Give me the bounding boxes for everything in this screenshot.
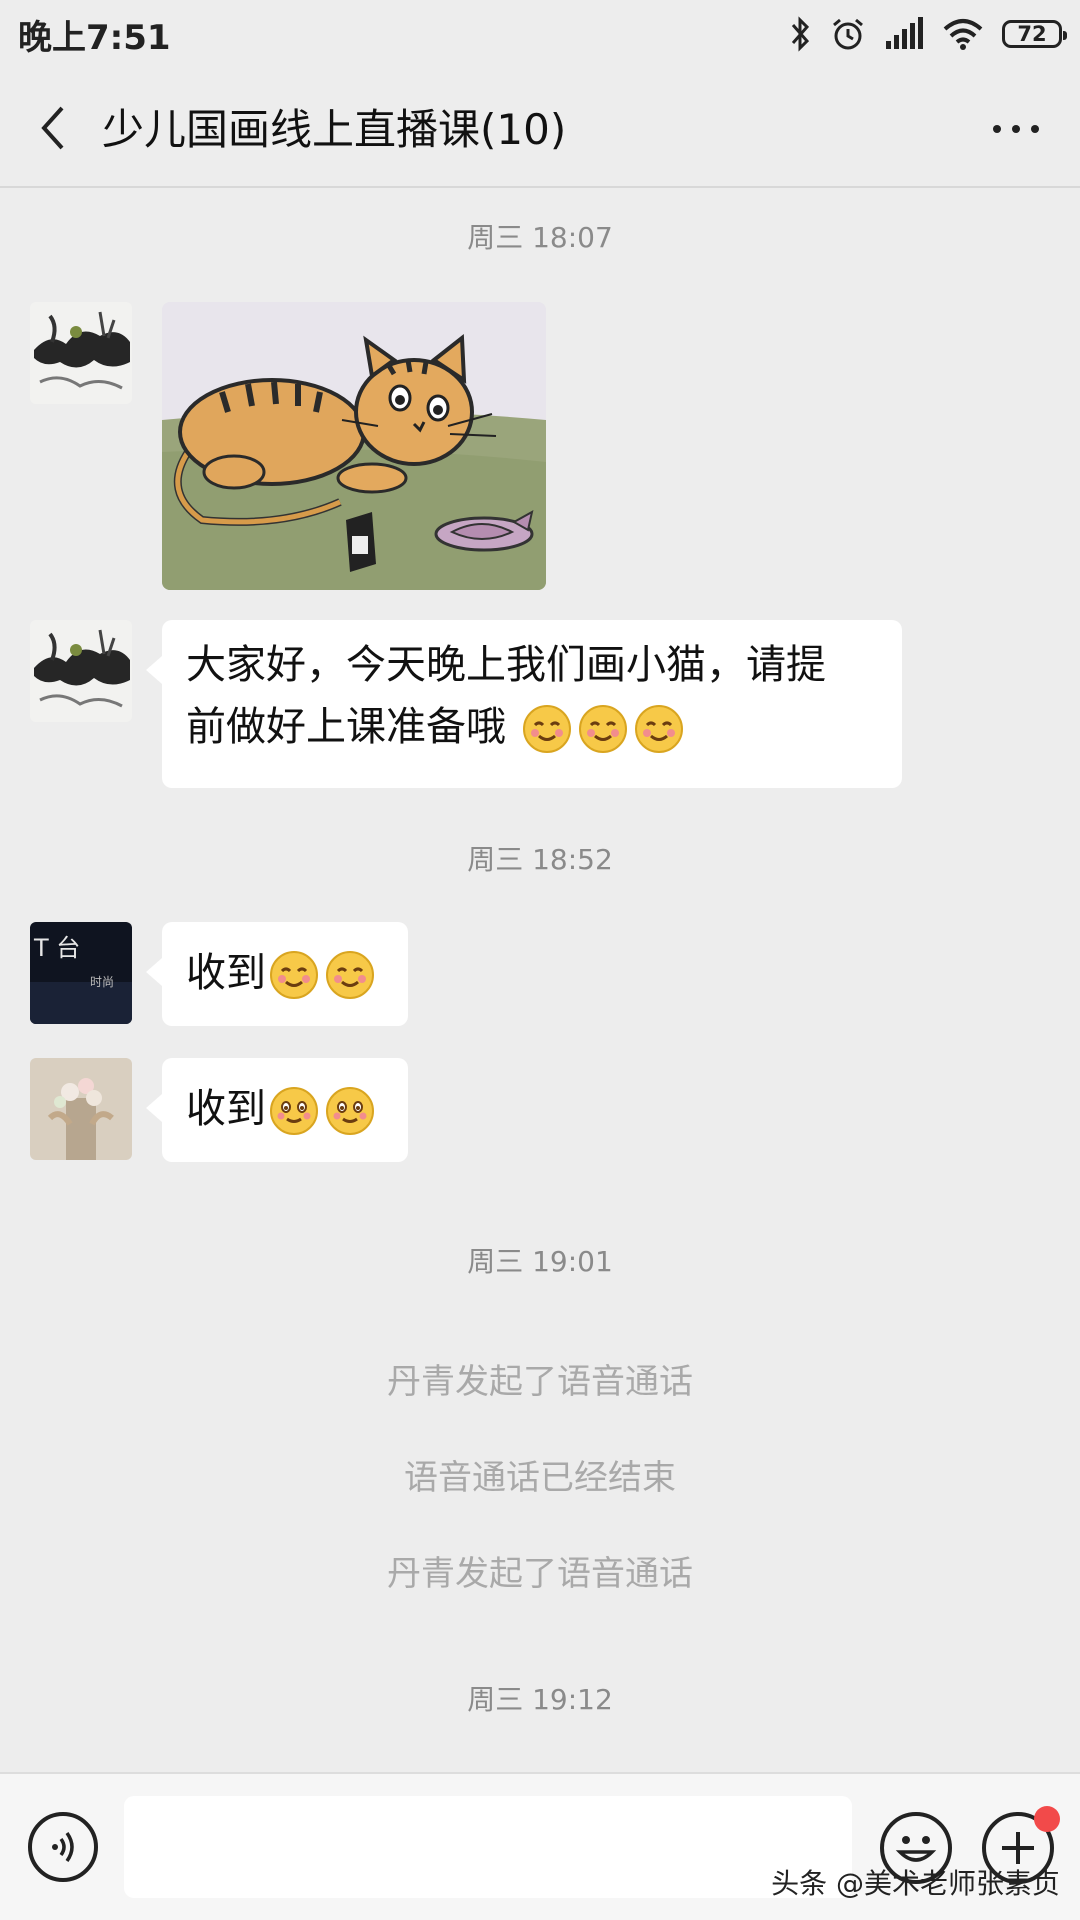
battery-indicator: 72 bbox=[1002, 20, 1067, 48]
svg-text:T 台: T 台 bbox=[33, 934, 80, 962]
message-timestamp: 周三 19:12 bbox=[467, 1683, 613, 1716]
ink-painting-avatar bbox=[30, 302, 132, 404]
blush-smile-emoji-icon bbox=[578, 705, 627, 753]
avatar-teacher[interactable] bbox=[30, 620, 132, 722]
blush-smile-emoji-icon bbox=[634, 705, 683, 753]
signal-icon bbox=[886, 17, 923, 49]
voice-input-button[interactable] bbox=[28, 1812, 98, 1882]
message-timestamp: 周三 18:52 bbox=[467, 843, 613, 876]
message-text: 收到 bbox=[186, 1086, 266, 1132]
chevron-left-icon bbox=[41, 106, 64, 150]
battery-level: 72 bbox=[1017, 22, 1047, 46]
alarm-icon bbox=[833, 18, 863, 50]
message-input[interactable] bbox=[124, 1796, 852, 1898]
message-bubble[interactable]: 收到 bbox=[146, 1058, 408, 1162]
bluetooth-icon bbox=[791, 16, 810, 52]
status-icons: 72 bbox=[790, 12, 1067, 56]
smile-emoji-icon bbox=[326, 1087, 374, 1135]
flower-photo-avatar bbox=[30, 1058, 132, 1160]
message-bubble[interactable]: 大家好，今天晚上我们画小猫，请提 前做好上课准备哦 bbox=[146, 620, 902, 788]
back-button[interactable] bbox=[28, 100, 78, 156]
more-dots-icon bbox=[993, 125, 1039, 133]
cat-painting bbox=[162, 302, 546, 590]
avatar-teacher[interactable] bbox=[30, 302, 132, 404]
message-text-line: 前做好上课准备哦 bbox=[186, 696, 878, 758]
smile-emoji-icon bbox=[270, 1087, 318, 1135]
svg-text:时尚: 时尚 bbox=[90, 975, 114, 989]
message-text-line: 大家好，今天晚上我们画小猫，请提 bbox=[186, 642, 826, 688]
blush-smile-emoji-icon bbox=[326, 951, 374, 999]
ink-painting-avatar bbox=[30, 620, 132, 722]
notification-dot bbox=[1034, 1806, 1060, 1832]
message-timestamp: 周三 18:07 bbox=[467, 221, 613, 254]
message-text: 前做好上课准备哦 bbox=[186, 704, 506, 750]
chat-title: 少儿国画线上直播课(10) bbox=[102, 105, 567, 154]
dark-photo-avatar: T 台 时尚 bbox=[30, 922, 132, 1024]
wifi-icon bbox=[943, 19, 983, 50]
status-bar: 晚上7:51 72 bbox=[0, 0, 1080, 66]
more-options-button[interactable] bbox=[986, 104, 1046, 154]
avatar-member[interactable]: T 台 时尚 bbox=[30, 922, 132, 1024]
system-message: 语音通话已经结束 bbox=[404, 1458, 676, 1498]
blush-smile-emoji-icon bbox=[522, 705, 571, 753]
cat-painting-image[interactable] bbox=[162, 302, 546, 590]
status-time: 晚上7:51 bbox=[18, 18, 171, 58]
watermark: 头条 @美术老师张素贞 bbox=[771, 1867, 1060, 1900]
message-text: 收到 bbox=[186, 950, 266, 996]
voice-icon bbox=[52, 1831, 74, 1863]
system-message: 丹青发起了语音通话 bbox=[387, 1554, 693, 1594]
blush-smile-emoji-icon bbox=[270, 951, 318, 999]
system-message: 丹青发起了语音通话 bbox=[387, 1362, 693, 1402]
chat-header: 少儿国画线上直播课(10) bbox=[0, 66, 1080, 188]
message-timestamp: 周三 19:01 bbox=[467, 1245, 613, 1278]
avatar-member[interactable] bbox=[30, 1058, 132, 1160]
message-bubble[interactable]: 收到 bbox=[146, 922, 408, 1026]
